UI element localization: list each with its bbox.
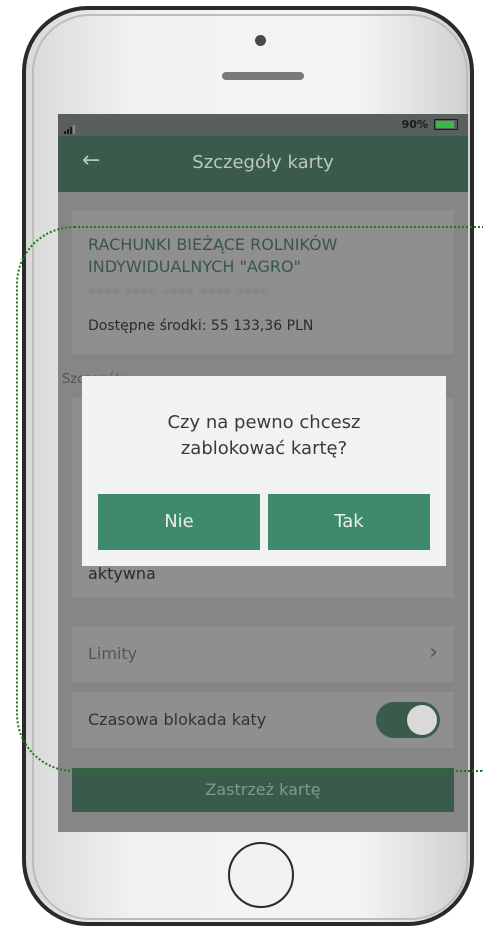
yes-button[interactable]: Tak xyxy=(268,494,430,550)
available-funds: Dostępne środki: 55 133,36 PLN xyxy=(88,318,314,334)
account-name: RACHUNKI BIEŻĄCE ROLNIKÓW INDYWIDUALNYCH… xyxy=(88,235,338,276)
camera-icon xyxy=(255,35,266,46)
limits-label: Limity xyxy=(88,644,138,663)
temporary-block-row: Czasowa blokada katy xyxy=(72,692,454,748)
reserve-card-button[interactable]: Zastrzeż kartę xyxy=(72,768,454,812)
battery-icon xyxy=(434,119,458,130)
home-button[interactable] xyxy=(228,842,294,908)
chevron-right-icon: › xyxy=(429,640,438,665)
page-title: Szczegóły karty xyxy=(192,152,334,173)
toggle-knob xyxy=(407,705,437,735)
dialog-message-line2: zablokować kartę? xyxy=(180,438,348,459)
account-card: RACHUNKI BIEŻĄCE ROLNIKÓW INDYWIDUALNYCH… xyxy=(72,210,454,354)
dialog-message: Czy na pewno chcesz zablokować kartę? xyxy=(82,410,446,462)
battery-fill xyxy=(436,121,454,128)
signal-icon xyxy=(64,121,76,134)
account-number-blurred: •••• •••• •••• •••• •••• xyxy=(88,285,269,299)
dialog-message-line1: Czy na pewno chcesz xyxy=(167,412,361,433)
limits-row[interactable]: Limity › xyxy=(72,626,454,682)
temporary-block-label: Czasowa blokada katy xyxy=(88,710,267,729)
card-status-value: aktywna xyxy=(88,564,156,583)
phone-screen: 90% ← Szczegóły karty RACHUNKI BIEŻĄCE R… xyxy=(58,114,468,832)
status-bar: 90% xyxy=(58,114,468,136)
confirm-block-dialog: Czy na pewno chcesz zablokować kartę? Ni… xyxy=(82,376,446,566)
battery-percent: 90% xyxy=(401,118,428,131)
no-button[interactable]: Nie xyxy=(98,494,260,550)
temporary-block-toggle[interactable] xyxy=(376,702,440,738)
speaker-grille xyxy=(222,72,304,80)
app-header: ← Szczegóły karty xyxy=(58,136,468,192)
